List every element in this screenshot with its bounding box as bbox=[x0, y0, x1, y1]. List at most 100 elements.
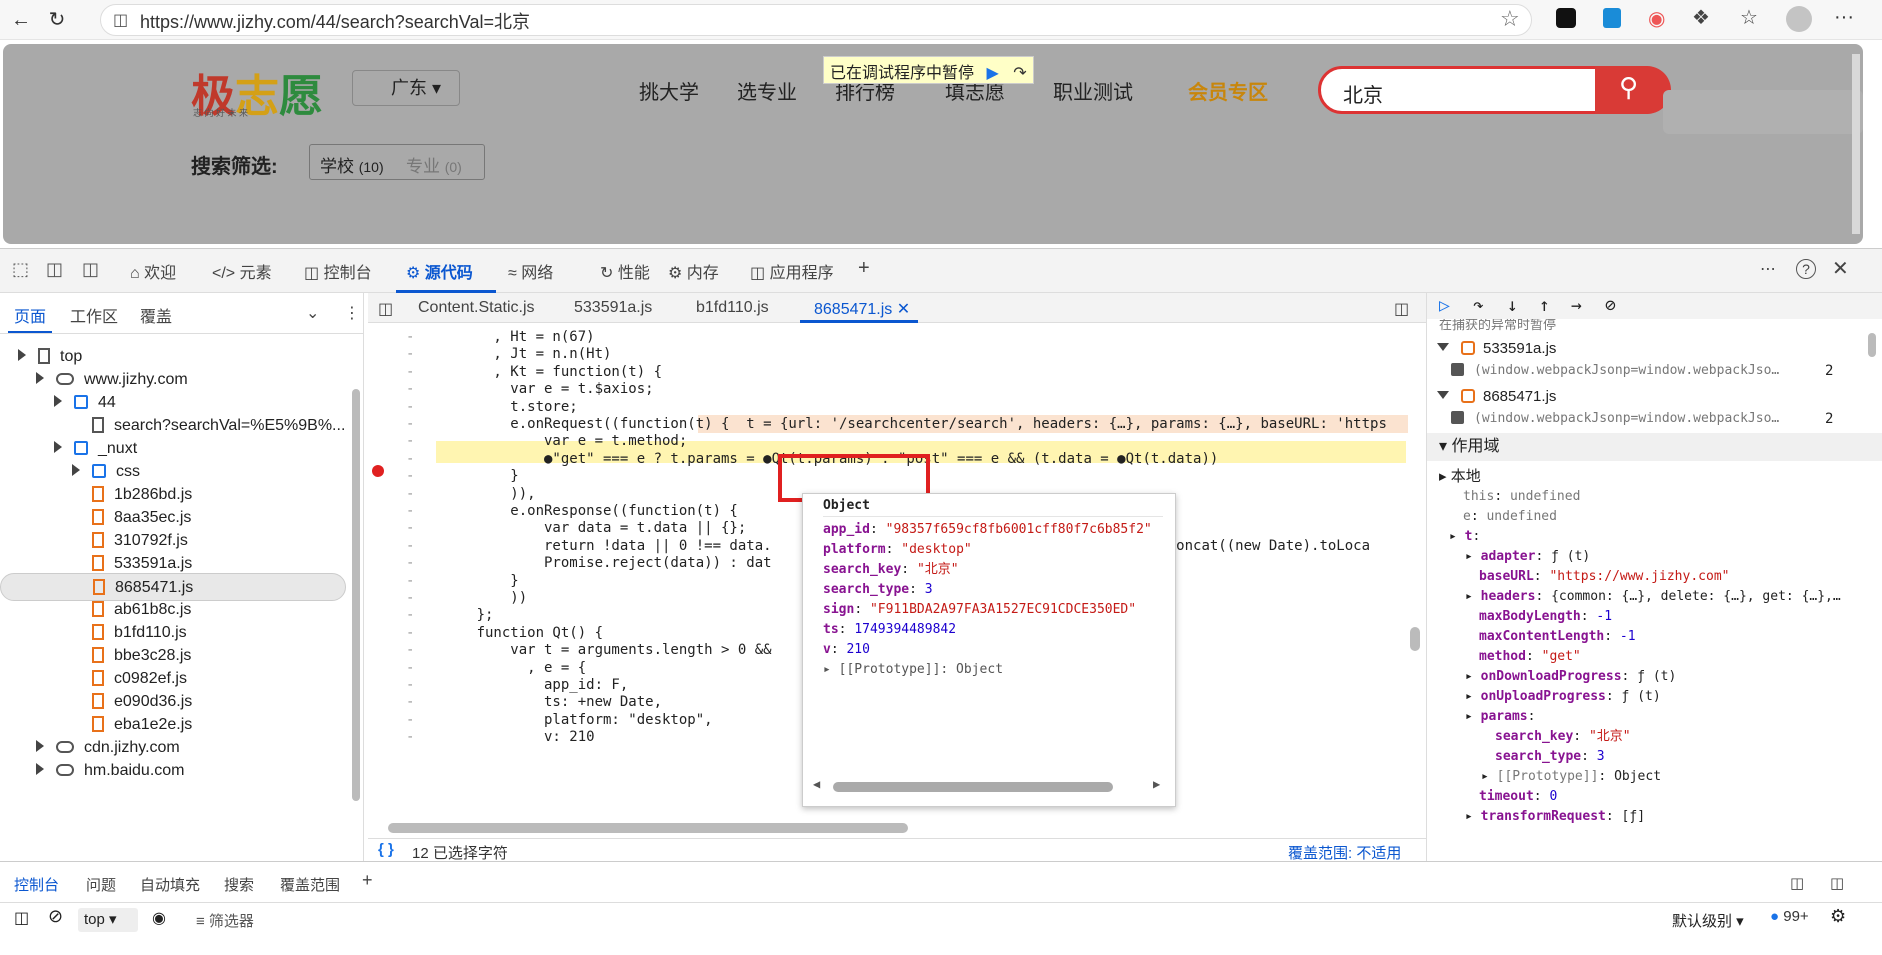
back-icon[interactable]: ← bbox=[6, 5, 36, 35]
more-menu-icon[interactable]: ··· bbox=[1834, 6, 1854, 29]
more-icon[interactable]: ⋯ bbox=[1760, 259, 1776, 279]
scope-variable[interactable]: ▸ t: bbox=[1449, 527, 1480, 547]
collapse-arrow-icon[interactable] bbox=[1437, 343, 1449, 351]
popover-prototype[interactable]: ▸ [[Prototype]]: Object bbox=[823, 660, 1003, 680]
breakpoint-file[interactable]: 8685471.js bbox=[1437, 387, 1556, 407]
drawer-tab-coverage[interactable]: 覆盖范围 bbox=[280, 874, 340, 895]
toggle-debugger-icon[interactable]: ◫ bbox=[1394, 299, 1409, 319]
breakpoint-checkbox[interactable] bbox=[1451, 363, 1464, 376]
drawer-tab-console[interactable]: 控制台 bbox=[14, 874, 59, 895]
scope-variable[interactable]: ▸ params: bbox=[1465, 707, 1535, 727]
site-scrollbar[interactable] bbox=[1852, 54, 1860, 234]
tab-performance[interactable]: ↻ 性能 bbox=[600, 259, 650, 283]
scope-variable[interactable]: ▸ headers: {common: {…}, delete: {…}, ge… bbox=[1465, 587, 1841, 607]
help-icon[interactable]: ? bbox=[1796, 259, 1816, 279]
add-tab-icon[interactable]: + bbox=[858, 257, 870, 280]
favorites-icon[interactable]: ☆ bbox=[1740, 5, 1758, 30]
device-icon[interactable]: ◫ bbox=[46, 259, 63, 280]
coverage-status[interactable]: 覆盖范围: 不适用 bbox=[1288, 842, 1401, 863]
logo-char-3[interactable]: 愿 bbox=[279, 60, 323, 124]
context-select[interactable]: top ▾ bbox=[78, 908, 138, 932]
tree-scrollbar[interactable] bbox=[352, 389, 360, 801]
tab-console[interactable]: ◫ 控制台 bbox=[304, 259, 372, 283]
step-icon[interactable]: → bbox=[1571, 295, 1582, 316]
popover-scroll-thumb[interactable] bbox=[833, 782, 1113, 792]
scope-variable[interactable]: maxBodyLength: -1 bbox=[1479, 607, 1612, 627]
tab-sources[interactable]: ⚙ 源代码 bbox=[406, 259, 473, 283]
debugger-scroll-thumb[interactable] bbox=[1868, 333, 1876, 357]
avatar[interactable] bbox=[1786, 6, 1812, 32]
scope-variable[interactable]: search_type: 3 bbox=[1495, 747, 1605, 767]
close-icon[interactable]: ✕ bbox=[1832, 256, 1849, 281]
vip-nav-item[interactable]: 会员专区 bbox=[1188, 76, 1268, 105]
left-tab-page[interactable]: 页面 bbox=[14, 303, 46, 327]
scope-variable[interactable]: timeout: 0 bbox=[1479, 787, 1557, 807]
breakpoint-entry[interactable]: (window.webpackJsonp=window.webpackJso… bbox=[1451, 361, 1779, 381]
nav-item[interactable]: 选专业 bbox=[737, 76, 797, 105]
log-level-select[interactable]: 默认级别 ▾ bbox=[1672, 910, 1744, 931]
breakpoint-file[interactable]: 533591a.js bbox=[1437, 339, 1556, 359]
dock-drawer-icon[interactable]: ◫ bbox=[1790, 874, 1804, 892]
scope-variable[interactable]: ▸ transformRequest: [ƒ] bbox=[1465, 807, 1645, 827]
tree-item[interactable]: hm.baidu.com bbox=[0, 757, 346, 785]
filter-major[interactable]: 专业 (0) bbox=[406, 152, 462, 177]
expand-arrow-icon[interactable]: ▸ bbox=[1481, 769, 1497, 784]
expand-arrow-icon[interactable] bbox=[54, 395, 62, 407]
nav-item[interactable]: 挑大学 bbox=[639, 76, 699, 105]
code-vscrollbar[interactable] bbox=[1408, 327, 1422, 827]
kebab-icon[interactable]: ⋮ bbox=[344, 303, 360, 323]
tab-welcome[interactable]: ⌂ 欢迎 bbox=[130, 259, 176, 283]
site-search-button[interactable]: ⚲ bbox=[1595, 66, 1671, 114]
expand-arrow-icon[interactable] bbox=[36, 740, 44, 752]
expand-arrow-icon[interactable] bbox=[18, 349, 26, 361]
pause-caught-option[interactable]: 在捕获的异常时暂停 bbox=[1439, 319, 1556, 331]
expand-arrow-icon[interactable]: ▸ bbox=[1465, 549, 1481, 564]
close-drawer-icon[interactable]: ◫ bbox=[1830, 874, 1844, 892]
site-info-icon[interactable]: ◫ bbox=[113, 10, 128, 30]
scroll-right-icon[interactable]: ▶ bbox=[1153, 777, 1160, 791]
drawer-tab-issues[interactable]: 问题 bbox=[86, 874, 116, 895]
left-tab-workspace[interactable]: 工作区 bbox=[70, 303, 118, 327]
code-vscroll-thumb[interactable] bbox=[1410, 627, 1420, 651]
url-text[interactable]: https://www.jizhy.com/44/search?searchVa… bbox=[140, 8, 530, 34]
scope-variable[interactable]: baseURL: "https://www.jizhy.com" bbox=[1479, 567, 1729, 587]
expand-arrow-icon[interactable]: ▸ bbox=[1465, 809, 1481, 824]
inspect-icon[interactable]: ⬚ bbox=[12, 259, 29, 280]
expand-arrow-icon[interactable] bbox=[54, 441, 62, 453]
settings-gear-icon[interactable]: ⚙ bbox=[1830, 906, 1846, 927]
scope-variable[interactable]: e: undefined bbox=[1463, 507, 1557, 527]
filter-input[interactable]: ≡ 筛选器 bbox=[196, 910, 254, 931]
editor-tab[interactable]: b1fd110.js bbox=[696, 299, 769, 317]
drawer-tab-search[interactable]: 搜索 bbox=[224, 874, 254, 895]
drawer-tab-autofill[interactable]: 自动填充 bbox=[140, 874, 200, 895]
expand-arrow-icon[interactable]: ▸ bbox=[1465, 709, 1481, 724]
code-hscroll-thumb[interactable] bbox=[388, 823, 908, 833]
step-into-icon[interactable]: ↓ bbox=[1507, 295, 1518, 316]
bookmark-extension-icon[interactable] bbox=[1603, 8, 1621, 28]
expand-arrow-icon[interactable]: ▸ bbox=[1465, 589, 1481, 604]
profile-extension-icon[interactable]: ◉ bbox=[1648, 6, 1665, 31]
scope-variable[interactable]: ▸ [[Prototype]]: Object bbox=[1481, 767, 1661, 787]
expand-arrow-icon[interactable]: ▸ bbox=[1465, 689, 1481, 704]
add-drawer-tab-icon[interactable]: + bbox=[362, 870, 373, 891]
tab-elements[interactable]: </> 元素 bbox=[212, 259, 272, 283]
editor-tab[interactable]: 533591a.js bbox=[574, 299, 652, 317]
scope-variable[interactable]: this: undefined bbox=[1463, 487, 1580, 507]
sidebar-toggle-icon[interactable]: ◫ bbox=[14, 908, 29, 928]
debugger-scrollbar[interactable] bbox=[1867, 333, 1877, 833]
deactivate-breakpoints-icon[interactable]: ⊘ bbox=[1605, 295, 1616, 316]
favorite-star-icon[interactable]: ☆ bbox=[1500, 6, 1520, 32]
object-popover[interactable]: Object app_id: "98357f659cf8fb6001cff80f… bbox=[802, 493, 1176, 807]
resume-icon[interactable]: ▷ bbox=[1439, 295, 1450, 316]
dock-icon[interactable]: ◫ bbox=[82, 259, 99, 280]
editor-tab-active[interactable]: 8685471.js ✕ bbox=[814, 299, 910, 319]
local-scope[interactable]: ▸ 本地 bbox=[1439, 467, 1481, 487]
tab-application[interactable]: ◫ 应用程序 bbox=[750, 259, 834, 283]
reload-icon[interactable]: ↻ bbox=[42, 5, 72, 35]
scope-variable[interactable]: ▸ onUploadProgress: ƒ (t) bbox=[1465, 687, 1661, 707]
expand-arrow-icon[interactable]: ▸ bbox=[1449, 529, 1465, 544]
resume-icon[interactable]: ▶ bbox=[986, 65, 998, 82]
expand-arrow-icon[interactable] bbox=[36, 372, 44, 384]
scope-variable[interactable]: maxContentLength: -1 bbox=[1479, 627, 1636, 647]
step-out-icon[interactable]: ↑ bbox=[1539, 295, 1550, 316]
